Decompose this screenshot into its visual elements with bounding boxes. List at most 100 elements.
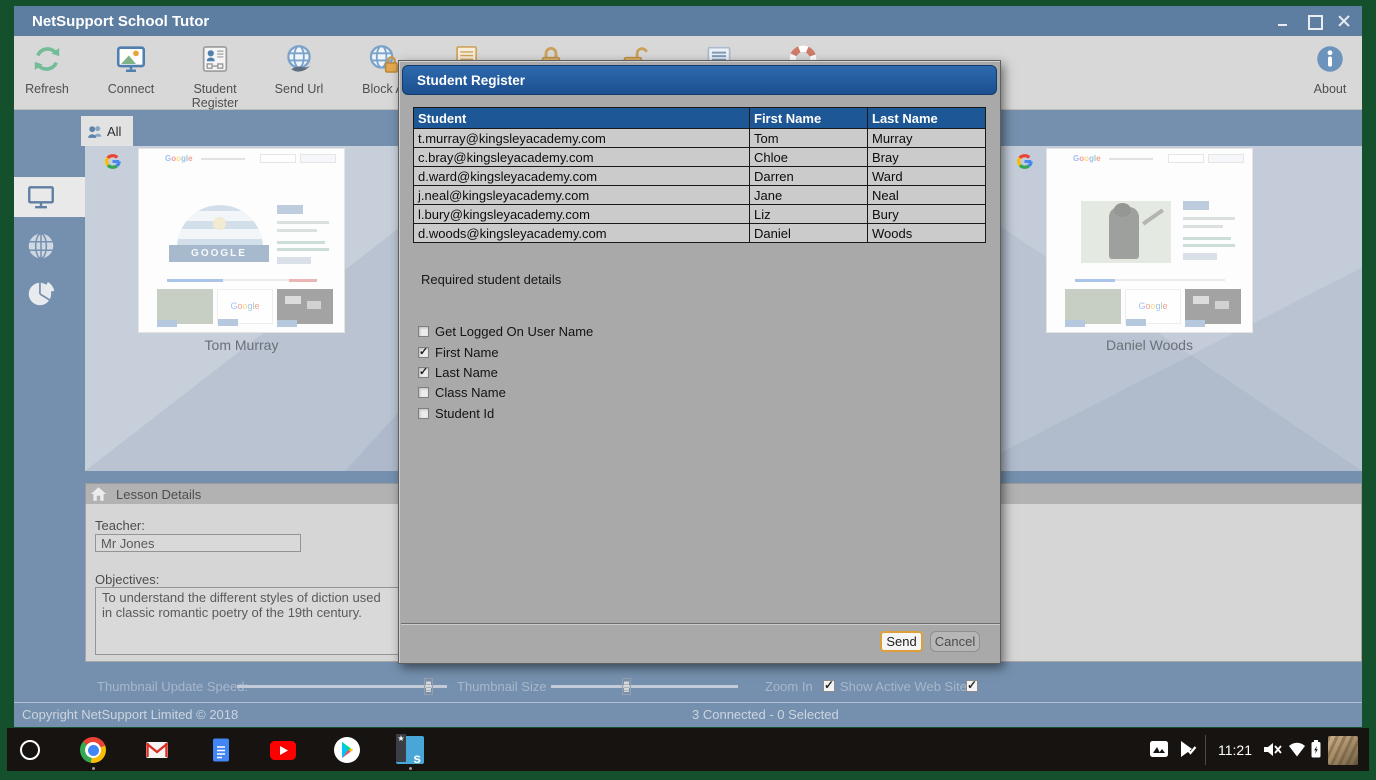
thumbnail-size-slider[interactable]	[551, 685, 738, 688]
table-row[interactable]: d.ward@kingsleyacademy.com Darren Ward	[414, 167, 986, 186]
cell-student: d.ward@kingsleyacademy.com	[414, 167, 750, 186]
refresh-button[interactable]: Refresh	[5, 40, 89, 96]
wifi-icon[interactable]	[1288, 741, 1306, 757]
required-details-label: Required student details	[421, 272, 561, 287]
monitor-view-icon	[25, 182, 57, 214]
status-bar: Copyright NetSupport Limited © 2018 3 Co…	[14, 702, 1362, 727]
cell-first-name: Tom	[750, 129, 868, 148]
refresh-icon	[30, 42, 64, 76]
refresh-label: Refresh	[5, 82, 89, 96]
running-indicator	[92, 767, 95, 770]
checkbox-box[interactable]	[418, 347, 429, 358]
maximize-icon[interactable]	[1306, 13, 1322, 29]
show-active-web-site-checkbox[interactable]	[966, 680, 978, 692]
cell-last-name: Neal	[868, 186, 986, 205]
monitor-icon	[114, 42, 148, 76]
table-row[interactable]: d.woods@kingsleyacademy.com Daniel Woods	[414, 224, 986, 243]
battery-charging-icon[interactable]	[1311, 740, 1321, 758]
table-header-row: Student First Name Last Name	[414, 108, 986, 129]
tray-separator	[1205, 735, 1206, 765]
student-register-dialog: Student Register Student First Name Last…	[398, 60, 1001, 664]
checkbox-label: First Name	[435, 345, 499, 360]
dialog-separator	[401, 623, 1000, 624]
send-button[interactable]: Send	[880, 631, 923, 652]
slider-thumb[interactable]	[622, 678, 631, 695]
column-header-student: Student	[414, 108, 750, 129]
about-label: About	[1288, 82, 1372, 96]
pie-chart-icon	[25, 278, 57, 310]
student-register-button[interactable]: Student Register	[173, 40, 257, 110]
objectives-textarea[interactable]: To understand the different styles of di…	[95, 587, 399, 655]
student-thumbnail-tom[interactable]: Google GOOGLE	[138, 148, 345, 353]
student-thumbnail-daniel[interactable]: Google	[1046, 148, 1253, 353]
cancel-button[interactable]: Cancel	[930, 631, 980, 652]
checkbox-box[interactable]	[418, 367, 429, 378]
about-button[interactable]: About	[1288, 40, 1372, 96]
cell-first-name: Chloe	[750, 148, 868, 167]
close-icon[interactable]	[1336, 13, 1352, 29]
dialog-titlebar[interactable]: Student Register	[402, 65, 997, 95]
sidebar-item-monitor[interactable]	[25, 182, 57, 214]
cell-student: c.bray@kingsleyacademy.com	[414, 148, 750, 167]
send-url-button[interactable]: Send Url	[257, 40, 341, 96]
teacher-input[interactable]	[95, 534, 301, 552]
sidebar-item-chart[interactable]	[25, 278, 57, 310]
image-icon[interactable]	[1150, 741, 1168, 757]
checkbox-student-id[interactable]: Student Id	[418, 406, 494, 421]
student-name-caption: Tom Murray	[138, 337, 345, 353]
connect-label: Connect	[89, 82, 173, 96]
checkbox-label: Last Name	[435, 365, 498, 380]
cell-last-name: Ward	[868, 167, 986, 186]
google-favicon	[1016, 153, 1033, 170]
window-titlebar[interactable]: NetSupport School Tutor	[14, 6, 1362, 36]
thumbnail-size-label: Thumbnail Size	[457, 679, 547, 694]
play-check-icon[interactable]	[1179, 740, 1197, 758]
google-docs-icon[interactable]	[208, 737, 234, 763]
checkbox-label: Get Logged On User Name	[435, 324, 593, 339]
connect-button[interactable]: Connect	[89, 40, 173, 96]
avatar[interactable]	[1328, 736, 1358, 765]
cell-student: j.neal@kingsleyacademy.com	[414, 186, 750, 205]
cell-last-name: Bray	[868, 148, 986, 167]
volume-muted-icon[interactable]	[1263, 740, 1283, 759]
thumbnail-speed-label: Thumbnail Update Speed:	[97, 679, 248, 694]
cell-last-name: Bury	[868, 205, 986, 224]
play-store-icon[interactable]	[334, 737, 360, 763]
zoom-in-checkbox[interactable]	[823, 680, 835, 692]
cell-student: l.bury@kingsleyacademy.com	[414, 205, 750, 224]
show-active-web-site-label: Show Active Web Site	[840, 679, 967, 694]
youtube-icon[interactable]	[270, 741, 296, 760]
globe-hand-icon	[282, 42, 316, 76]
thumbnail-speed-slider[interactable]	[237, 685, 447, 688]
checkbox-first-name[interactable]: First Name	[418, 345, 499, 360]
netsupport-window: NetSupport School Tutor Refresh	[14, 6, 1362, 727]
checkbox-class-name[interactable]: Class Name	[418, 385, 506, 400]
slider-thumb[interactable]	[424, 678, 433, 695]
checkbox-get-logged-on-user-name[interactable]: Get Logged On User Name	[418, 324, 593, 339]
table-row[interactable]: j.neal@kingsleyacademy.com Jane Neal	[414, 186, 986, 205]
launcher-icon[interactable]	[20, 740, 40, 760]
cell-last-name: Woods	[868, 224, 986, 243]
checkbox-last-name[interactable]: Last Name	[418, 365, 498, 380]
student-table: Student First Name Last Name t.murray@ki…	[413, 107, 986, 243]
lesson-details-title: Lesson Details	[116, 487, 201, 502]
screen-thumbnail: Google GOOGLE	[138, 148, 345, 333]
cell-last-name: Murray	[868, 129, 986, 148]
checkbox-box[interactable]	[418, 387, 429, 398]
id-card-icon	[198, 42, 232, 76]
google-favicon	[104, 153, 121, 170]
sidebar-item-web[interactable]	[25, 230, 57, 262]
table-row[interactable]: l.bury@kingsleyacademy.com Liz Bury	[414, 205, 986, 224]
info-icon	[1313, 42, 1347, 76]
minimize-icon[interactable]	[1276, 13, 1292, 29]
netsupport-app-icon[interactable]	[396, 736, 424, 764]
checkbox-box[interactable]	[418, 326, 429, 337]
clock[interactable]: 11:21	[1218, 742, 1252, 758]
checkbox-box[interactable]	[418, 408, 429, 419]
table-row[interactable]: c.bray@kingsleyacademy.com Chloe Bray	[414, 148, 986, 167]
gmail-icon[interactable]	[144, 737, 170, 763]
table-row[interactable]: t.murray@kingsleyacademy.com Tom Murray	[414, 129, 986, 148]
chrome-icon[interactable]	[80, 737, 106, 763]
globe-view-icon	[25, 230, 57, 262]
tab-all[interactable]: All	[81, 116, 133, 146]
